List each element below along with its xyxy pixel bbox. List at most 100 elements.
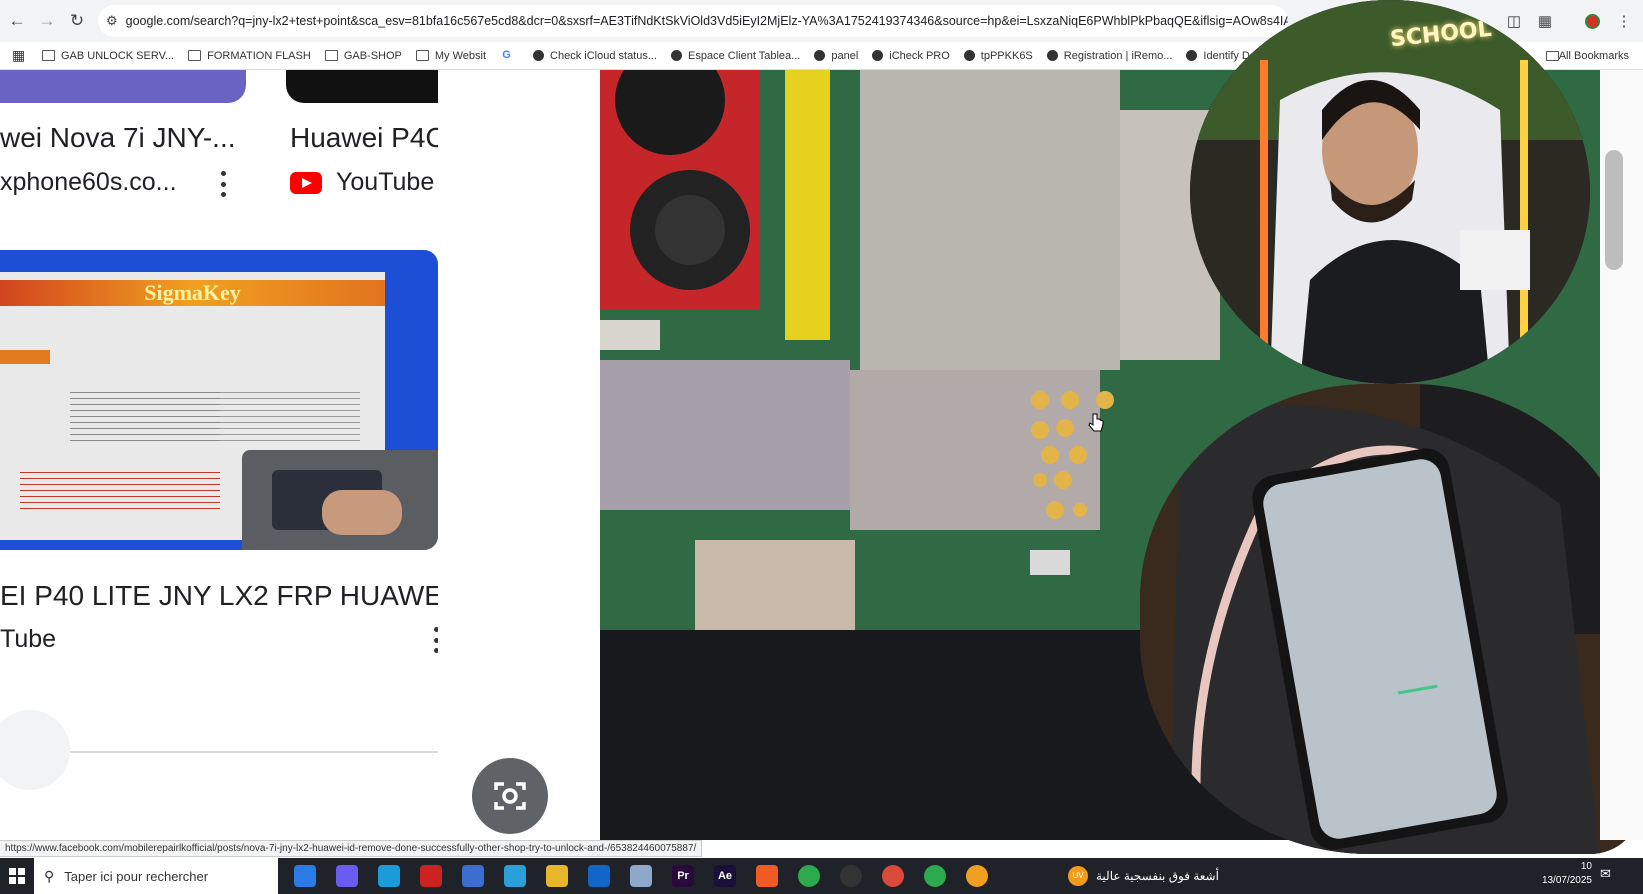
- bookmark-item[interactable]: tpPPKK6S: [963, 49, 1033, 62]
- search-icon: ⚲: [44, 867, 55, 884]
- folder-icon: [324, 50, 338, 61]
- bookmark-label: GAB UNLOCK SERV...: [61, 49, 175, 62]
- result-title[interactable]: wei Nova 7i JNY-...: [0, 122, 236, 154]
- uv-badge: UV: [1068, 866, 1088, 886]
- bookmark-item[interactable]: Check iCloud status...: [533, 50, 657, 62]
- copilot-app-icon: [336, 865, 358, 887]
- site-icon: [814, 50, 826, 61]
- chrome-active-app-icon: [924, 865, 946, 887]
- phone-frame: [1140, 384, 1640, 854]
- app-icon: [630, 865, 652, 887]
- site-icon: [872, 50, 884, 61]
- taskbar-app[interactable]: [284, 858, 326, 894]
- taskbar-app[interactable]: [410, 858, 452, 894]
- chip-button[interactable]: [0, 710, 70, 790]
- bookmark-item[interactable]: Espace Client Tablea...: [671, 50, 800, 62]
- site-settings-icon[interactable]: ⚙: [106, 13, 118, 29]
- site-icon: [1046, 50, 1058, 61]
- taskbar-search-input[interactable]: ⚲ Taper ici pour rechercher: [34, 858, 278, 894]
- video-thumbnail[interactable]: [286, 70, 438, 103]
- result-title[interactable]: EI P40 LITE JNY LX2 FRP HUAWE...: [0, 580, 438, 612]
- all-bookmarks-button[interactable]: All Bookmarks: [1545, 50, 1629, 62]
- file-explorer-icon: [546, 865, 568, 887]
- folder-icon: [415, 50, 429, 61]
- taskbar-app[interactable]: [830, 858, 872, 894]
- chrome-profile-app-icon: [882, 865, 904, 887]
- apps-grid-icon[interactable]: ▦: [12, 47, 28, 64]
- taskbar-app[interactable]: [788, 858, 830, 894]
- folder-icon: [188, 50, 202, 61]
- windows-app-icon: [462, 865, 484, 887]
- taskbar-app[interactable]: [494, 858, 536, 894]
- divider: [70, 751, 438, 753]
- folder-icon: [42, 50, 55, 61]
- premiere-app-icon: Pr: [672, 865, 694, 887]
- more-options-icon[interactable]: [220, 171, 226, 197]
- taskbar-app[interactable]: [536, 858, 578, 894]
- taskbar-app[interactable]: [956, 858, 998, 894]
- bookmark-label: Check iCloud status...: [550, 49, 658, 62]
- windows-taskbar: ⚲ Taper ici pour rechercher Pr Ae UV أشعة…: [0, 858, 1643, 894]
- site-icon: [963, 50, 975, 61]
- search-placeholder: Taper ici pour rechercher: [64, 868, 209, 884]
- result-source: YouTube: [336, 168, 435, 196]
- bookmark-item[interactable]: G: [500, 50, 519, 61]
- bookmark-item[interactable]: FORMATION FLASH: [188, 50, 311, 62]
- log-text-lines: [220, 392, 360, 442]
- bookmark-item[interactable]: GAB UNLOCK SERV...: [42, 50, 174, 62]
- mouse-cursor-icon: [1088, 413, 1104, 432]
- bookmark-label: FORMATION FLASH: [207, 49, 311, 62]
- youtube-icon: [290, 172, 322, 194]
- taskbar-app[interactable]: [326, 858, 368, 894]
- folder-icon: [1545, 51, 1559, 61]
- bookmark-label: tpPPKK6S: [980, 49, 1033, 62]
- all-bookmarks-label: All Bookmarks: [1558, 50, 1629, 62]
- clock-date: 13/07/2025: [1541, 875, 1592, 886]
- taskbar-app[interactable]: [578, 858, 620, 894]
- media-app-icon: [966, 865, 988, 887]
- taskbar-app[interactable]: [368, 858, 410, 894]
- site-icon: [533, 50, 545, 61]
- bookmark-item[interactable]: GAB-SHOP: [324, 50, 402, 62]
- outlook-app-icon: [588, 865, 610, 887]
- bookmark-label: panel: [831, 49, 859, 62]
- bookmark-label: Espace Client Tablea...: [688, 49, 801, 62]
- taskbar-app[interactable]: Pr: [662, 858, 704, 894]
- banner-text: SigmaKey: [144, 280, 241, 305]
- taskbar-app[interactable]: [914, 858, 956, 894]
- after-effects-app-icon: Ae: [714, 865, 736, 887]
- extensions-icon[interactable]: ◫: [1500, 7, 1528, 35]
- bookmark-item[interactable]: Registration | iRemo...: [1046, 50, 1172, 62]
- bookmark-item[interactable]: iCheck PRO: [872, 50, 950, 62]
- taskbar-app[interactable]: [620, 858, 662, 894]
- notification-icon[interactable]: ✉: [1600, 866, 1620, 886]
- more-options-icon[interactable]: [433, 627, 438, 653]
- reload-icon[interactable]: ↻: [64, 8, 90, 34]
- windows-logo-icon: [9, 868, 25, 884]
- taskbar-app[interactable]: [746, 858, 788, 894]
- taskbar-clock[interactable]: 10 13/07/2025: [1512, 860, 1592, 888]
- menu-highlight: [0, 350, 50, 364]
- weather-widget[interactable]: UV أشعة فوق بنفسجية عالية: [1068, 858, 1219, 894]
- taskbar-app[interactable]: [872, 858, 914, 894]
- start-button[interactable]: [0, 858, 34, 894]
- profile-avatar[interactable]: [1578, 7, 1606, 35]
- taskbar-app[interactable]: [452, 858, 494, 894]
- back-arrow-icon[interactable]: ←: [4, 8, 30, 34]
- bookmark-item[interactable]: panel: [814, 50, 858, 62]
- bookmark-item[interactable]: My Websit: [415, 50, 486, 62]
- taskbar-app[interactable]: Ae: [704, 858, 746, 894]
- menu-kebab-icon[interactable]: ⋮: [1610, 7, 1638, 35]
- result-title[interactable]: Huawei P4C: [290, 122, 438, 154]
- google-lens-button[interactable]: [472, 758, 548, 834]
- scrollbar-thumb[interactable]: [1605, 150, 1623, 270]
- video-thumbnail[interactable]: [0, 70, 246, 103]
- log-text-lines: [70, 392, 230, 442]
- address-bar[interactable]: ⚙ google.com/search?q=jny-lx2+test+point…: [98, 5, 1288, 37]
- forward-arrow-icon[interactable]: →: [34, 8, 60, 34]
- site-icon: [1186, 50, 1198, 61]
- search-results-panel: wei Nova 7i JNY-... xphone60s.co... Huaw…: [0, 70, 438, 840]
- reading-list-icon[interactable]: ▦: [1531, 7, 1559, 35]
- sigmakey-banner: SigmaKey: [0, 280, 385, 306]
- video-thumbnail[interactable]: SigmaKey: [0, 250, 438, 550]
